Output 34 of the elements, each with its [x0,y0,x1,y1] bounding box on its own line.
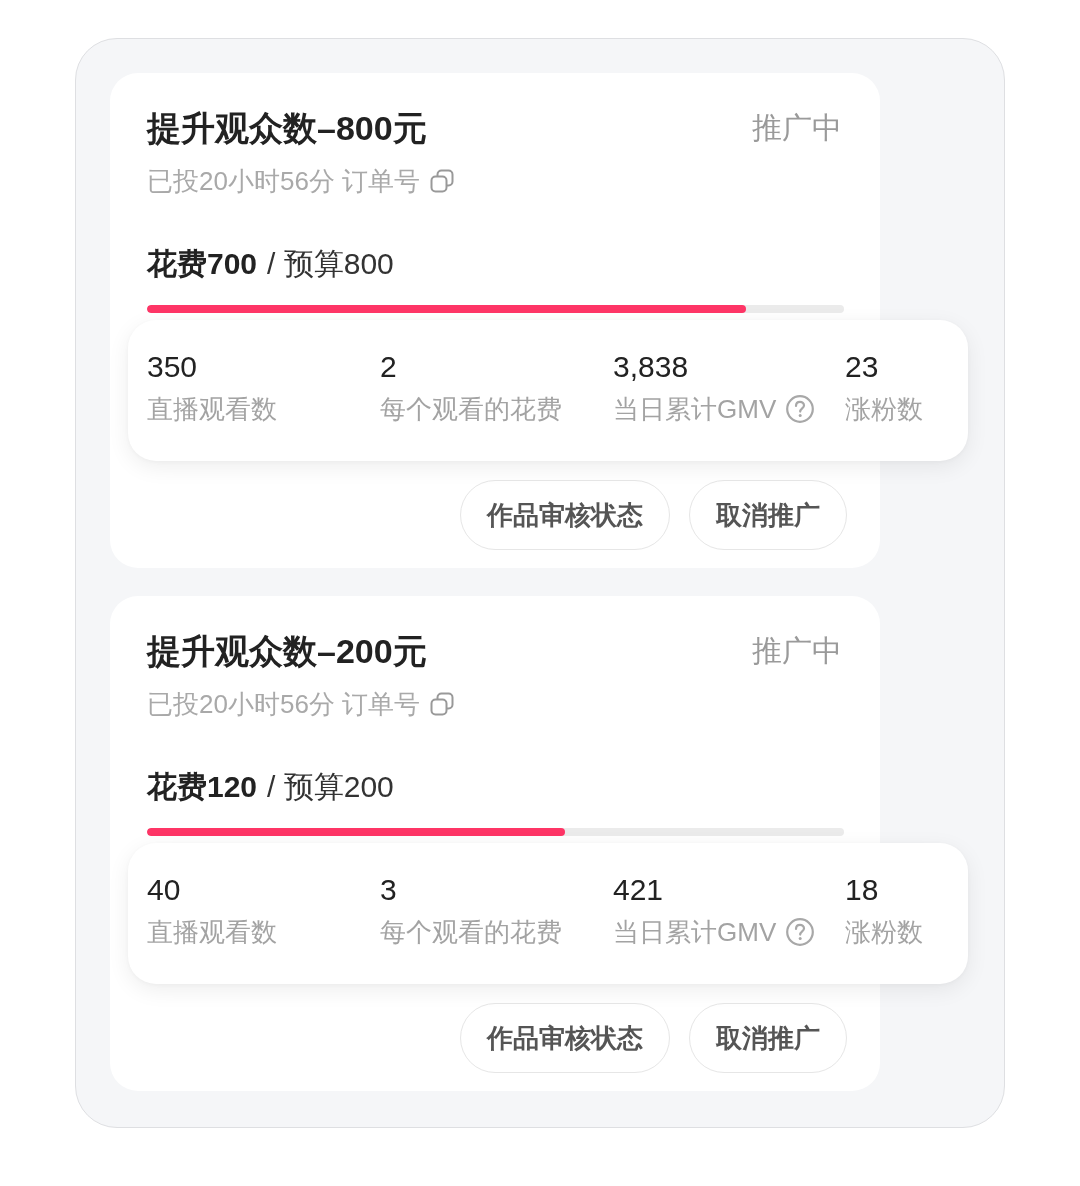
stat-label: 当日累计GMV [613,393,777,426]
action-button[interactable]: 作品审核状态 [460,1003,670,1073]
action-button[interactable]: 取消推广 [689,480,847,550]
stat-label: 当日累计GMV [613,916,777,949]
stat-label: 每个观看的花费 [380,916,562,949]
action-button[interactable]: 作品审核状态 [460,480,670,550]
stat-value: 18 [845,872,879,908]
stat-value: 2 [380,349,397,385]
campaign-status: 推广中 [752,633,842,669]
stat-label: 涨粉数 [845,393,923,426]
budget-amount: / 预算800 [267,246,394,282]
stat-value: 3,838 [613,349,689,385]
stat-label: 涨粉数 [845,916,923,949]
stat-value: 23 [845,349,879,385]
stat-label: 每个观看的花费 [380,393,562,426]
campaign-duration-order: 已投20小时56分 订单号 [147,165,421,198]
campaign-duration-order: 已投20小时56分 订单号 [147,688,421,721]
stat-value: 3 [380,872,397,908]
stat-value: 40 [147,872,181,908]
campaign-status: 推广中 [752,110,842,146]
stat-value: 421 [613,872,664,908]
campaign-title: 提升观众数–800元 [147,108,427,149]
stat-value: 350 [147,349,198,385]
spent-amount: 花费120 [147,769,258,805]
budget-amount: / 预算200 [267,769,394,805]
help-icon[interactable] [786,395,815,423]
copy-icon[interactable] [430,692,455,716]
help-icon[interactable] [786,918,815,946]
action-button[interactable]: 取消推广 [689,1003,847,1073]
copy-icon[interactable] [430,169,455,193]
spent-amount: 花费700 [147,246,258,282]
campaign-title: 提升观众数–200元 [147,631,427,672]
stat-label: 直播观看数 [147,393,277,426]
stat-label: 直播观看数 [147,916,277,949]
